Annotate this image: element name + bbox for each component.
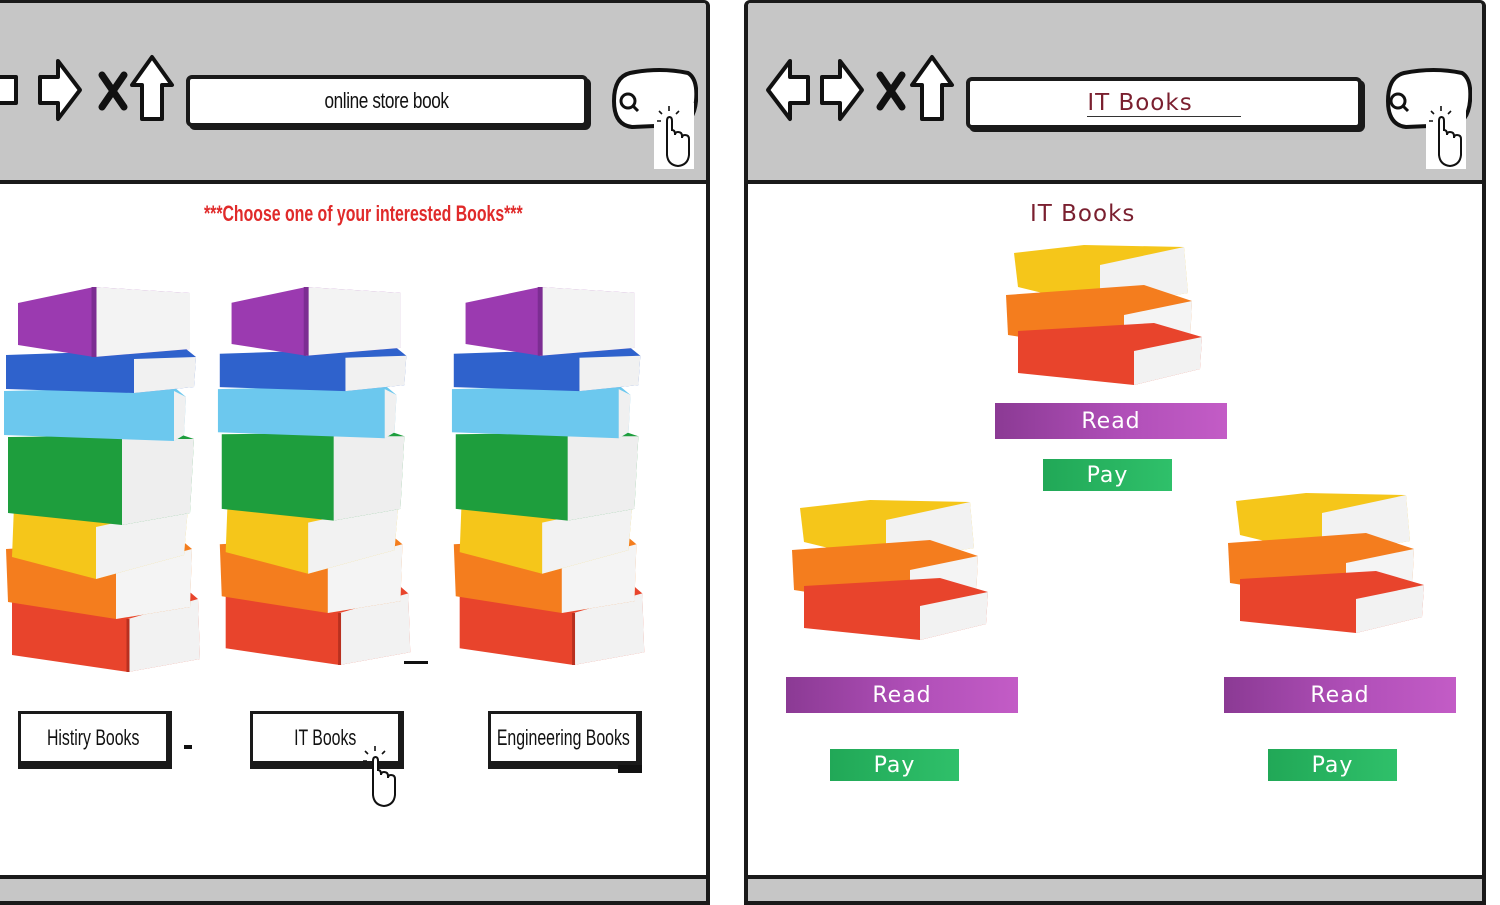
hand-pointer-icon	[654, 103, 694, 169]
pay-button[interactable]: Pay	[1043, 459, 1172, 491]
pay-button[interactable]: Pay	[1268, 749, 1397, 781]
book-image	[1004, 245, 1204, 385]
browser-statusbar	[748, 875, 1482, 901]
forward-arrow-icon[interactable]	[818, 53, 866, 127]
pay-button[interactable]: Pay	[830, 749, 959, 781]
close-x-icon[interactable]	[876, 53, 906, 127]
browser-statusbar	[0, 875, 706, 901]
history-books-image	[4, 287, 204, 672]
engineering-books-image	[450, 287, 650, 665]
it-books-image	[216, 287, 416, 665]
address-bar-text: online store book	[324, 88, 450, 113]
back-arrow-icon[interactable]	[0, 53, 20, 127]
read-button[interactable]: Read	[786, 677, 1018, 713]
divider-mark	[184, 745, 192, 749]
read-button[interactable]: Read	[1224, 677, 1456, 713]
engineering-books-label: Engineering Books	[497, 724, 630, 750]
address-bar-text: IT Books	[1087, 90, 1241, 117]
history-books-button[interactable]: Histiry Books	[18, 711, 172, 769]
book-image	[790, 500, 990, 640]
it-books-label: IT Books	[294, 724, 357, 750]
close-x-icon[interactable]	[98, 53, 128, 127]
home-icon[interactable]	[908, 53, 956, 127]
book-image	[1226, 493, 1426, 633]
read-button[interactable]: Read	[995, 403, 1227, 439]
browser-toolbar: IT Books	[748, 3, 1482, 184]
address-bar[interactable]: IT Books	[966, 77, 1362, 129]
history-books-label: Histiry Books	[47, 724, 140, 750]
browser-toolbar: online store book	[0, 3, 706, 184]
browser-window-right: IT Books IT Books Read Pay Read Pay Read…	[744, 0, 1486, 905]
divider-mark	[618, 765, 642, 773]
address-bar[interactable]: online store book	[186, 75, 588, 127]
back-arrow-icon[interactable]	[764, 53, 812, 127]
hand-pointer-icon	[1426, 103, 1466, 169]
browser-window-left: online store book ***Choose one of your …	[0, 0, 710, 905]
page-title: IT Books	[1030, 201, 1136, 227]
forward-arrow-icon[interactable]	[36, 53, 84, 127]
page-headline: ***Choose one of your interested Books**…	[204, 201, 523, 226]
divider-mark	[404, 661, 428, 664]
engineering-books-button[interactable]: Engineering Books	[488, 711, 642, 769]
hand-pointer-icon	[360, 743, 400, 809]
home-icon[interactable]	[128, 53, 176, 127]
